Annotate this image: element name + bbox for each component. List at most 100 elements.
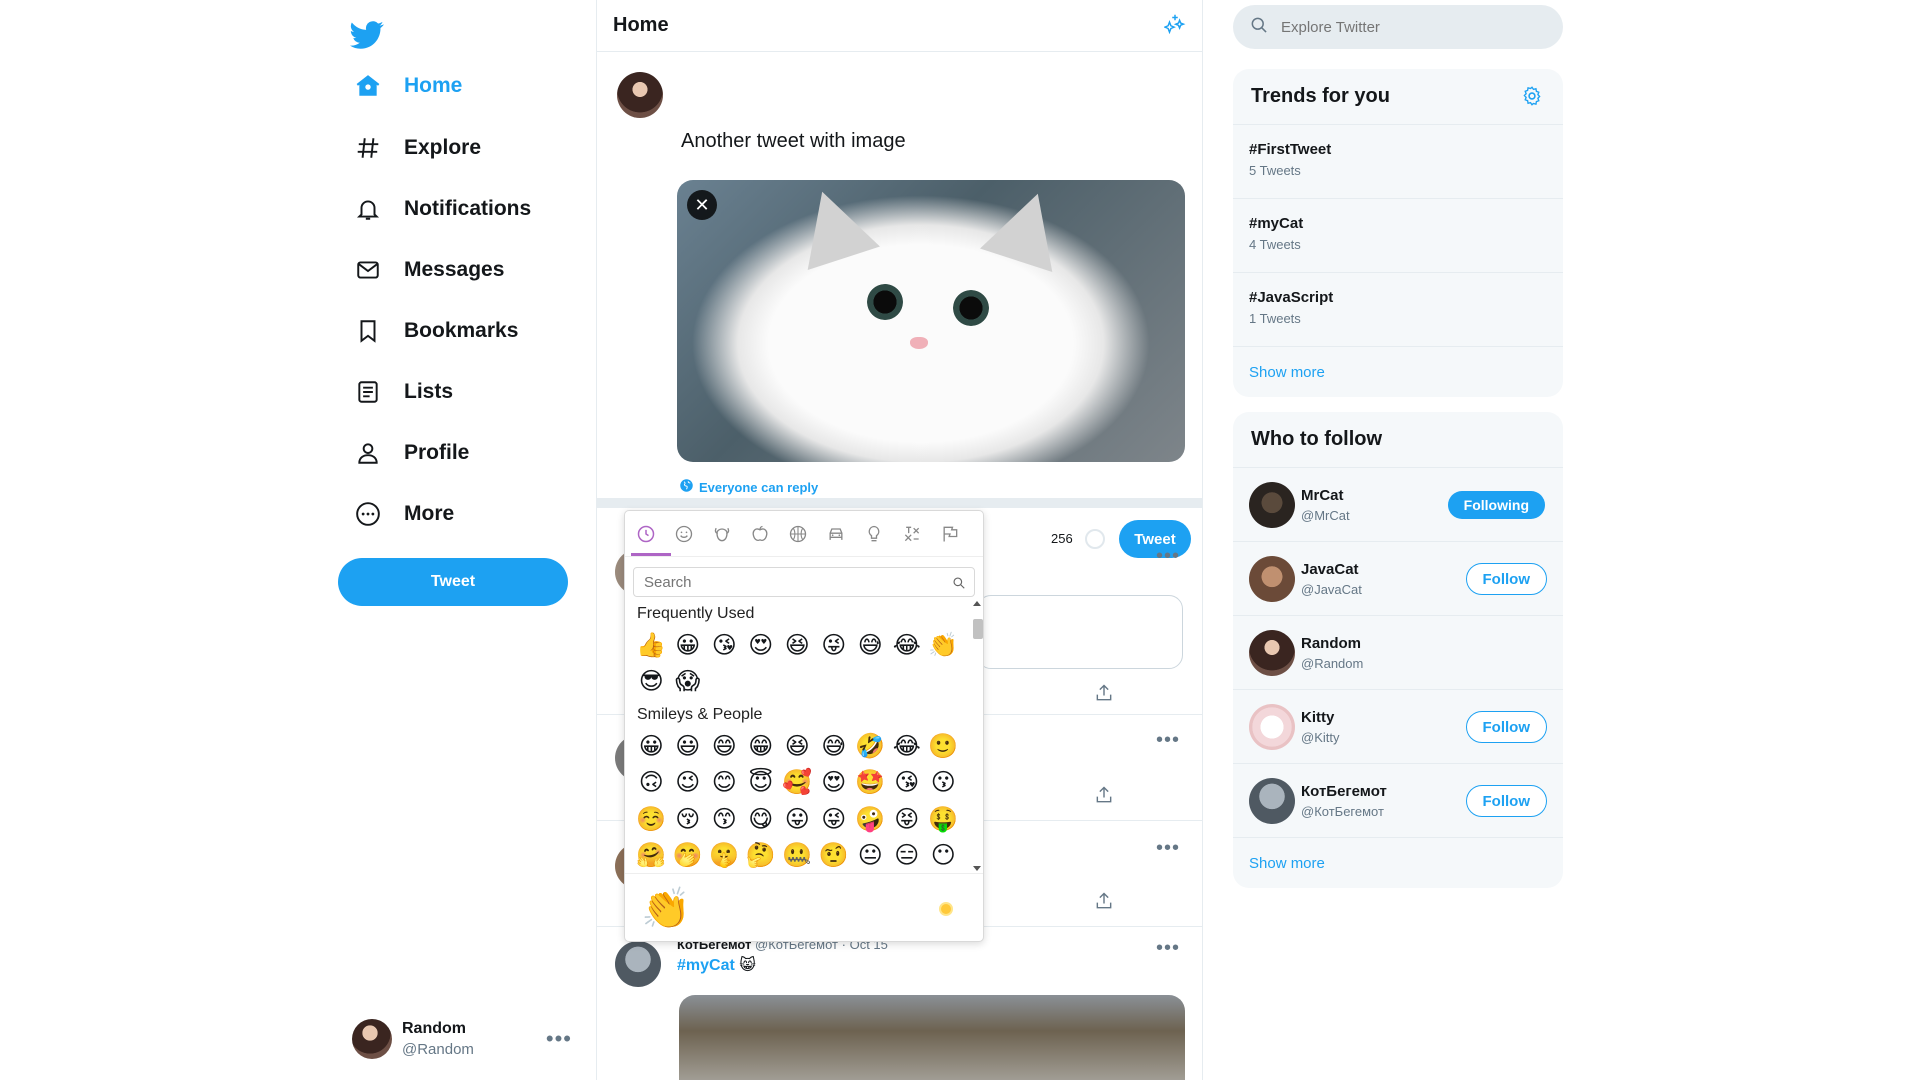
objects-category-icon[interactable] bbox=[861, 521, 886, 546]
nav-explore[interactable]: Explore bbox=[354, 124, 481, 172]
account-more-icon[interactable]: ••• bbox=[546, 1026, 572, 1052]
follow-suggestion[interactable]: Kitty @Kitty Follow bbox=[1233, 690, 1563, 764]
tweet-more-icon[interactable]: ••• bbox=[1156, 729, 1180, 752]
nav-notifications[interactable]: Notifications bbox=[354, 185, 531, 233]
follow-show-more-link[interactable]: Show more bbox=[1233, 838, 1563, 888]
share-icon[interactable] bbox=[1094, 785, 1116, 807]
trend-item[interactable]: #FirstTweet 5 Tweets bbox=[1233, 125, 1563, 199]
scroll-thumb[interactable] bbox=[973, 619, 983, 639]
emoji-cell[interactable]: 😎 bbox=[633, 664, 670, 701]
emoji-cell[interactable]: 🤑 bbox=[925, 801, 962, 838]
emoji-cell[interactable]: 😝 bbox=[889, 801, 926, 838]
remove-image-button[interactable]: ✕ bbox=[687, 190, 717, 220]
tweet-more-icon[interactable]: ••• bbox=[1156, 837, 1180, 860]
tweet-hashtag[interactable]: #myCat bbox=[677, 957, 735, 974]
follow-button[interactable]: Follow bbox=[1465, 563, 1547, 595]
animal-category-icon[interactable] bbox=[709, 521, 734, 546]
emoji-cell[interactable]: 😍 bbox=[816, 765, 853, 802]
reply-setting[interactable]: Everyone can reply bbox=[679, 478, 818, 496]
trends-show-more-link[interactable]: Show more bbox=[1233, 347, 1563, 397]
emoji-cell[interactable]: 😜 bbox=[816, 627, 853, 664]
gear-icon[interactable] bbox=[1521, 85, 1545, 109]
emoji-cell[interactable]: 🤐 bbox=[779, 838, 816, 874]
emoji-cell[interactable]: 😘 bbox=[889, 765, 926, 802]
emoji-cell[interactable]: 😁 bbox=[743, 728, 780, 765]
nav-more[interactable]: More bbox=[354, 490, 454, 538]
scroll-up-icon[interactable] bbox=[973, 601, 981, 606]
follow-button[interactable]: Follow bbox=[1465, 785, 1547, 817]
emoji-cell[interactable]: 😙 bbox=[706, 801, 743, 838]
account-switcher[interactable]: Random @Random ••• bbox=[352, 1016, 572, 1062]
trend-item[interactable]: #JavaScript 1 Tweets bbox=[1233, 273, 1563, 347]
emoji-cell[interactable]: 😉 bbox=[670, 765, 707, 802]
follow-suggestion[interactable]: MrCat @MrCat Following bbox=[1233, 468, 1563, 542]
emoji-cell[interactable]: 👏 bbox=[925, 627, 962, 664]
symbols-category-icon[interactable] bbox=[899, 521, 924, 546]
following-button[interactable]: Following bbox=[1447, 491, 1545, 519]
smiley-category-icon[interactable] bbox=[671, 521, 696, 546]
share-icon[interactable] bbox=[1094, 683, 1116, 705]
emoji-cell[interactable]: 😑 bbox=[889, 838, 926, 874]
emoji-cell[interactable]: 😄 bbox=[706, 728, 743, 765]
nav-messages[interactable]: Messages bbox=[354, 246, 504, 294]
emoji-cell[interactable]: 😂 bbox=[889, 728, 926, 765]
tweet-more-icon[interactable]: ••• bbox=[1156, 937, 1180, 960]
flags-category-icon[interactable] bbox=[937, 521, 962, 546]
emoji-cell[interactable]: 😚 bbox=[670, 801, 707, 838]
nav-home[interactable]: Home bbox=[354, 62, 462, 110]
quoted-card[interactable] bbox=[977, 595, 1183, 669]
emoji-cell[interactable]: 😀 bbox=[633, 728, 670, 765]
emoji-cell[interactable]: 🙃 bbox=[633, 765, 670, 802]
emoji-cell[interactable]: 😶 bbox=[925, 838, 962, 874]
emoji-cell[interactable]: ☺️ bbox=[633, 801, 670, 838]
emoji-cell[interactable]: 🙂 bbox=[925, 728, 962, 765]
emoji-cell[interactable]: 🤫 bbox=[706, 838, 743, 874]
emoji-cell[interactable]: 😇 bbox=[743, 765, 780, 802]
sparkle-icon[interactable] bbox=[1163, 12, 1186, 39]
activity-category-icon[interactable] bbox=[785, 521, 810, 546]
emoji-cell[interactable]: 🤨 bbox=[816, 838, 853, 874]
emoji-cell[interactable]: 😐 bbox=[852, 838, 889, 874]
emoji-cell[interactable]: 😃 bbox=[670, 728, 707, 765]
emoji-cell[interactable]: 🤗 bbox=[633, 838, 670, 874]
food-category-icon[interactable] bbox=[747, 521, 772, 546]
tweet-more-icon[interactable]: ••• bbox=[1156, 545, 1180, 568]
nav-bookmarks[interactable]: Bookmarks bbox=[354, 307, 518, 355]
follow-suggestion[interactable]: Random @Random bbox=[1233, 616, 1563, 690]
emoji-cell[interactable]: 🤩 bbox=[852, 765, 889, 802]
emoji-cell[interactable]: 🤔 bbox=[743, 838, 780, 874]
nav-profile[interactable]: Profile bbox=[354, 429, 469, 477]
trend-item[interactable]: #myCat 4 Tweets bbox=[1233, 199, 1563, 273]
emoji-search-input[interactable] bbox=[634, 568, 974, 596]
tweet-image[interactable] bbox=[679, 995, 1185, 1080]
emoji-cell[interactable]: 😅 bbox=[852, 627, 889, 664]
follow-suggestion[interactable]: JavaCat @JavaCat Follow bbox=[1233, 542, 1563, 616]
emoji-cell[interactable]: 👍 bbox=[633, 627, 670, 664]
nav-lists[interactable]: Lists bbox=[354, 368, 453, 416]
share-icon[interactable] bbox=[1094, 891, 1116, 913]
explore-search-input[interactable] bbox=[1281, 18, 1531, 36]
twitter-logo-icon[interactable] bbox=[350, 18, 384, 52]
emoji-cell[interactable]: 😊 bbox=[706, 765, 743, 802]
emoji-scrollbar[interactable] bbox=[971, 599, 983, 873]
emoji-cell[interactable]: 😀 bbox=[670, 627, 707, 664]
emoji-cell[interactable]: 😜 bbox=[816, 801, 853, 838]
recent-clock-icon[interactable] bbox=[633, 521, 658, 546]
skin-tone-selector[interactable] bbox=[939, 902, 953, 916]
emoji-cell[interactable]: 😛 bbox=[779, 801, 816, 838]
emoji-cell[interactable]: 🤭 bbox=[670, 838, 707, 874]
follow-button[interactable]: Follow bbox=[1465, 711, 1547, 743]
emoji-cell[interactable]: 😱 bbox=[670, 664, 707, 701]
emoji-cell[interactable]: 😘 bbox=[706, 627, 743, 664]
emoji-cell[interactable]: 😅 bbox=[816, 728, 853, 765]
emoji-cell[interactable]: 😆 bbox=[779, 627, 816, 664]
emoji-scroll-area[interactable]: Frequently Used 👍 😀 😘 😍 😆 😜 😅 😂 👏 😎 😱 Smileys & Pe… bbox=[625, 599, 983, 873]
travel-category-icon[interactable] bbox=[823, 521, 848, 546]
emoji-cell[interactable]: 🤪 bbox=[852, 801, 889, 838]
emoji-cell[interactable]: 😆 bbox=[779, 728, 816, 765]
emoji-cell[interactable]: 😂 bbox=[889, 627, 926, 664]
emoji-cell[interactable]: 🥰 bbox=[779, 765, 816, 802]
emoji-cell[interactable]: 🤣 bbox=[852, 728, 889, 765]
emoji-cell[interactable]: 😍 bbox=[743, 627, 780, 664]
sidebar-tweet-button[interactable]: Tweet bbox=[338, 558, 568, 606]
